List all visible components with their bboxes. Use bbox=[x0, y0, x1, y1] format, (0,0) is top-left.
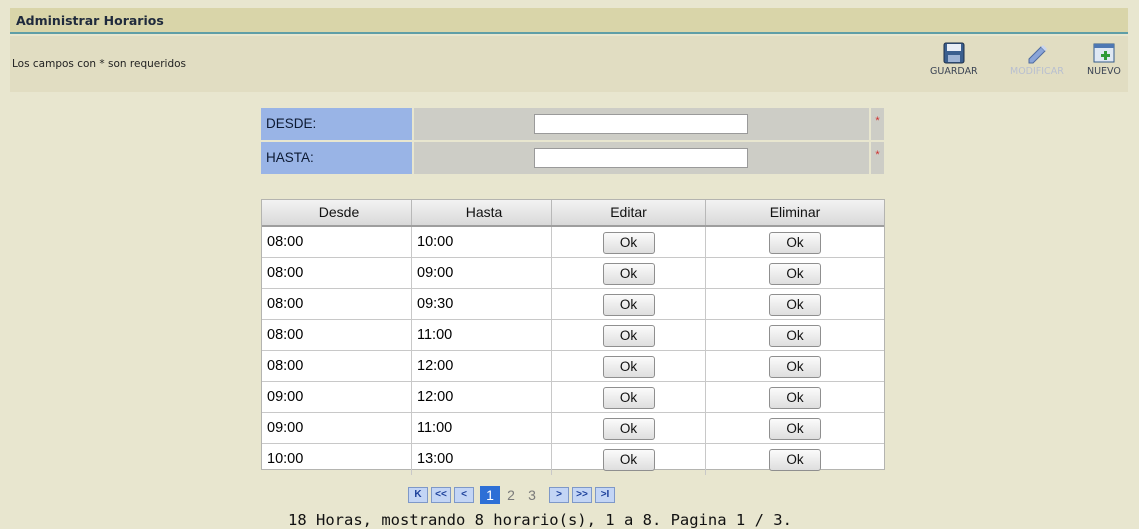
cell-hasta: 09:30 bbox=[412, 289, 552, 319]
cell-eliminar: Ok bbox=[706, 227, 884, 257]
cell-hasta: 12:00 bbox=[412, 382, 552, 412]
cell-desde: 09:00 bbox=[262, 382, 412, 412]
edit-ok-button[interactable]: Ok bbox=[602, 449, 655, 471]
edit-ok-button[interactable]: Ok bbox=[602, 232, 655, 254]
cell-hasta: 11:00 bbox=[412, 320, 552, 350]
hasta-label: HASTA: bbox=[261, 142, 412, 174]
table-row: 08:00 09:30 Ok Ok bbox=[262, 289, 884, 320]
cell-hasta: 11:00 bbox=[412, 413, 552, 443]
required-mark: * bbox=[871, 142, 884, 174]
new-button[interactable]: NUEVO bbox=[1087, 42, 1121, 77]
cell-desde: 08:00 bbox=[262, 320, 412, 350]
modify-button-label: MODIFICAR bbox=[1010, 66, 1064, 77]
table-header: Desde Hasta Editar Eliminar bbox=[262, 200, 884, 227]
cell-eliminar: Ok bbox=[706, 382, 884, 412]
cell-desde: 08:00 bbox=[262, 258, 412, 288]
edit-ok-button[interactable]: Ok bbox=[602, 294, 655, 316]
delete-ok-button[interactable]: Ok bbox=[769, 449, 821, 471]
delete-ok-button[interactable]: Ok bbox=[769, 387, 821, 409]
floppy-disk-icon bbox=[943, 42, 965, 64]
table-row: 08:00 09:00 Ok Ok bbox=[262, 258, 884, 289]
hasta-input[interactable] bbox=[534, 148, 748, 168]
last-page-button[interactable]: >I bbox=[595, 487, 615, 503]
table-row: 08:00 11:00 Ok Ok bbox=[262, 320, 884, 351]
cell-hasta: 09:00 bbox=[412, 258, 552, 288]
first-page-button[interactable]: K bbox=[408, 487, 428, 503]
hasta-field-cell bbox=[414, 142, 869, 174]
pagination-summary: 18 Horas, mostrando 8 horario(s), 1 a 8.… bbox=[288, 511, 792, 529]
page-2-link[interactable]: 2 bbox=[501, 486, 521, 504]
edit-ok-button[interactable]: Ok bbox=[602, 263, 655, 285]
toolbar: Los campos con * son requeridos GUARDAR … bbox=[10, 36, 1128, 92]
cell-hasta: 10:00 bbox=[412, 227, 552, 257]
cell-desde: 10:00 bbox=[262, 444, 412, 475]
delete-ok-button[interactable]: Ok bbox=[769, 232, 821, 254]
cell-eliminar: Ok bbox=[706, 258, 884, 288]
cell-editar: Ok bbox=[552, 258, 706, 288]
delete-ok-button[interactable]: Ok bbox=[769, 325, 821, 347]
edit-ok-button[interactable]: Ok bbox=[602, 325, 655, 347]
hasta-row: HASTA: * bbox=[261, 142, 884, 174]
edit-ok-button[interactable]: Ok bbox=[602, 356, 655, 378]
required-fields-note: Los campos con * son requeridos bbox=[12, 58, 187, 70]
previous-block-button[interactable]: << bbox=[431, 487, 451, 503]
new-document-icon bbox=[1093, 42, 1115, 64]
column-header-desde[interactable]: Desde bbox=[262, 200, 412, 225]
delete-ok-button[interactable]: Ok bbox=[769, 356, 821, 378]
table-row: 08:00 10:00 Ok Ok bbox=[262, 227, 884, 258]
cell-desde: 08:00 bbox=[262, 227, 412, 257]
delete-ok-button[interactable]: Ok bbox=[769, 263, 821, 285]
cell-editar: Ok bbox=[552, 289, 706, 319]
next-page-button[interactable]: > bbox=[549, 487, 569, 503]
cell-editar: Ok bbox=[552, 413, 706, 443]
cell-editar: Ok bbox=[552, 351, 706, 381]
schedules-table: Desde Hasta Editar Eliminar 08:00 10:00 Ok… bbox=[261, 199, 885, 475]
cell-editar: Ok bbox=[552, 382, 706, 412]
table-row: 08:00 12:00 Ok Ok bbox=[262, 351, 884, 382]
table-row: 10:00 13:00 Ok Ok bbox=[262, 444, 884, 475]
page-3-link[interactable]: 3 bbox=[522, 486, 542, 504]
cell-editar: Ok bbox=[552, 320, 706, 350]
cell-editar: Ok bbox=[552, 444, 706, 475]
column-header-hasta[interactable]: Hasta bbox=[412, 200, 552, 225]
cell-eliminar: Ok bbox=[706, 413, 884, 443]
cell-eliminar: Ok bbox=[706, 289, 884, 319]
desde-field-cell bbox=[414, 108, 869, 140]
cell-hasta: 13:00 bbox=[412, 444, 552, 475]
pagination: K << < 1 2 3 > >> >I bbox=[408, 486, 618, 504]
page-title: Administrar Horarios bbox=[10, 8, 1128, 34]
page-1-link[interactable]: 1 bbox=[480, 486, 500, 504]
table-row: 09:00 12:00 Ok Ok bbox=[262, 382, 884, 413]
column-header-editar: Editar bbox=[552, 200, 706, 225]
save-button-label: GUARDAR bbox=[930, 66, 978, 77]
save-button[interactable]: GUARDAR bbox=[930, 42, 978, 77]
cell-hasta: 12:00 bbox=[412, 351, 552, 381]
delete-ok-button[interactable]: Ok bbox=[769, 294, 821, 316]
modify-button[interactable]: MODIFICAR bbox=[1010, 42, 1064, 77]
pencil-icon bbox=[1026, 42, 1048, 64]
cell-eliminar: Ok bbox=[706, 351, 884, 381]
edit-ok-button[interactable]: Ok bbox=[602, 387, 655, 409]
cell-desde: 09:00 bbox=[262, 413, 412, 443]
desde-input[interactable] bbox=[534, 114, 748, 134]
desde-label: DESDE: bbox=[261, 108, 412, 140]
cell-desde: 08:00 bbox=[262, 351, 412, 381]
delete-ok-button[interactable]: Ok bbox=[769, 418, 821, 440]
previous-page-button[interactable]: < bbox=[454, 487, 474, 503]
table-body: 08:00 10:00 Ok Ok 08:00 09:00 Ok Ok 08:00 09:30 Ok… bbox=[262, 227, 884, 475]
edit-ok-button[interactable]: Ok bbox=[602, 418, 655, 440]
cell-eliminar: Ok bbox=[706, 444, 884, 475]
desde-row: DESDE: * bbox=[261, 108, 884, 140]
column-header-eliminar: Eliminar bbox=[769, 204, 821, 220]
new-button-label: NUEVO bbox=[1087, 66, 1121, 77]
next-block-button[interactable]: >> bbox=[572, 487, 592, 503]
required-mark: * bbox=[871, 108, 884, 140]
cell-eliminar: Ok bbox=[706, 320, 884, 350]
cell-desde: 08:00 bbox=[262, 289, 412, 319]
cell-editar: Ok bbox=[552, 227, 706, 257]
table-row: 09:00 11:00 Ok Ok bbox=[262, 413, 884, 444]
